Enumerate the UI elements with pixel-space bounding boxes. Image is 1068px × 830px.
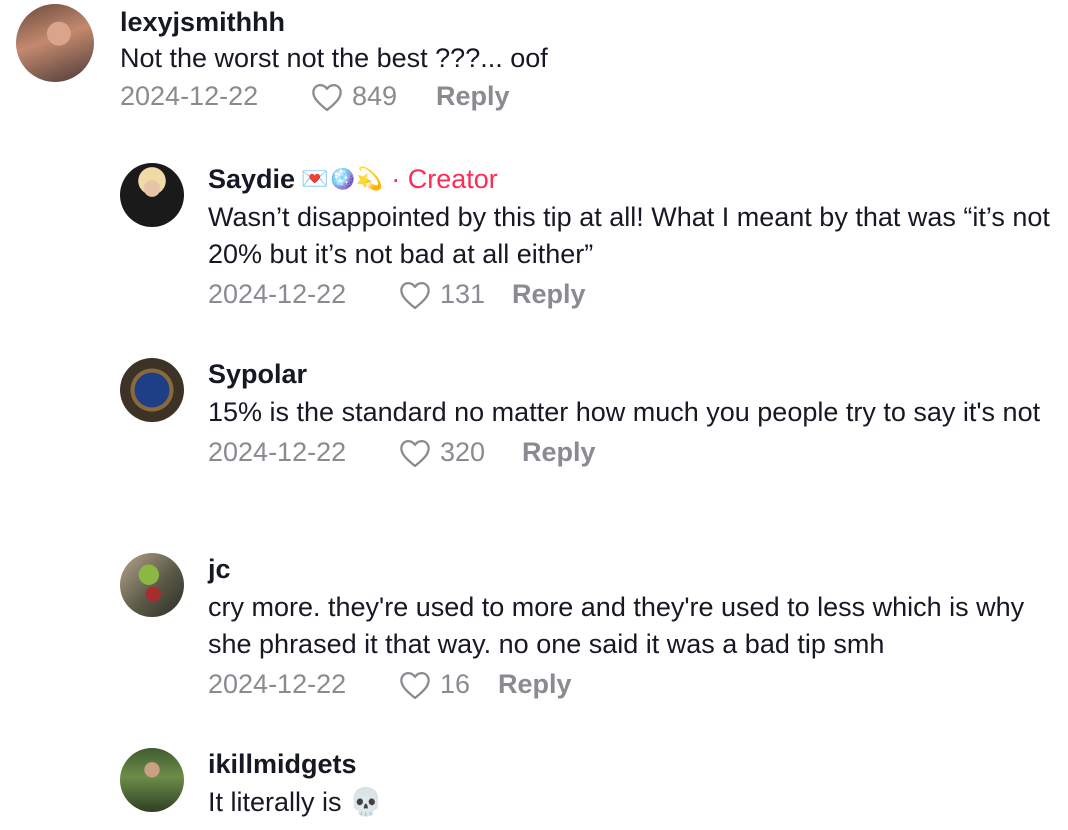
comment-author-row: Saydie 💌🪩💫 · Creator [208,163,1050,195]
comment-reply-item: Saydie 💌🪩💫 · Creator Wasn’t disappointed… [120,163,1050,310]
avatar[interactable] [120,748,184,812]
comment-text: 15% is the standard no matter how much y… [208,397,1041,427]
like-button[interactable]: 849 [310,81,436,112]
comment-body: Saydie 💌🪩💫 · Creator Wasn’t disappointed… [208,163,1050,310]
like-count: 16 [440,669,471,699]
like-count: 131 [440,279,486,309]
like-count: 849 [352,81,398,111]
like-button[interactable]: 320 [398,437,522,468]
comment-body: lexyjsmithhh Not the worst not the best … [120,6,548,112]
comment-reply-item: ikillmidgets It literally is 💀 [120,748,1050,821]
like-button[interactable]: 131 [398,279,512,310]
heart-outline-icon [400,671,430,699]
comment-meta: 2024-12-22 320 Reply [208,437,1040,468]
comment-username[interactable]: ikillmidgets [208,749,357,780]
comment-text: It literally is 💀 [208,787,383,817]
comment-date: 2024-12-22 [208,279,347,309]
reply-button[interactable]: Reply [522,437,596,468]
comment-date: 2024-12-22 [208,437,347,467]
avatar[interactable] [120,553,184,617]
comment-author-row: jc [208,553,1050,585]
heart-outline-icon [312,83,342,111]
comment-username[interactable]: Saydie [208,164,295,195]
comment-body: ikillmidgets It literally is 💀 [208,748,383,821]
comment-text: Not the worst not the best ???... oof [120,43,548,73]
reply-button[interactable]: Reply [512,279,586,310]
reply-button[interactable]: Reply [498,669,572,700]
comment-author-row: lexyjsmithhh [120,6,548,38]
comment-username[interactable]: jc [208,554,231,585]
comment-meta: 2024-12-22 849 Reply [120,81,548,112]
reply-button[interactable]: Reply [436,81,510,112]
comment-date: 2024-12-22 [120,81,259,111]
comment-date: 2024-12-22 [208,669,347,699]
comment-author-row: Sypolar [208,358,1040,390]
comment-username[interactable]: Sypolar [208,359,307,390]
avatar[interactable] [120,163,184,227]
comment-reply-item: Sypolar 15% is the standard no matter ho… [120,358,1050,468]
username-emoji: 💌🪩💫 [301,166,384,191]
avatar[interactable] [120,358,184,422]
comment-text: Wasn’t disappointed by this tip at all! … [208,202,1050,269]
comment-meta: 2024-12-22 16 Reply [208,669,1050,700]
like-button[interactable]: 16 [398,669,498,700]
comment-meta: 2024-12-22 131 Reply [208,279,1050,310]
comment-username[interactable]: lexyjsmithhh [120,7,285,38]
heart-outline-icon [400,281,430,309]
comment-body: jc cry more. they're used to more and th… [208,553,1050,700]
comment-item: lexyjsmithhh Not the worst not the best … [16,4,1056,112]
comment-body: Sypolar 15% is the standard no matter ho… [208,358,1040,468]
comment-author-row: ikillmidgets [208,748,383,780]
creator-badge: · Creator [391,163,498,194]
comment-text: cry more. they're used to more and they'… [208,592,1025,659]
like-count: 320 [440,437,486,467]
comment-reply-item: jc cry more. they're used to more and th… [120,553,1050,700]
avatar[interactable] [16,4,94,82]
heart-outline-icon [400,439,430,467]
